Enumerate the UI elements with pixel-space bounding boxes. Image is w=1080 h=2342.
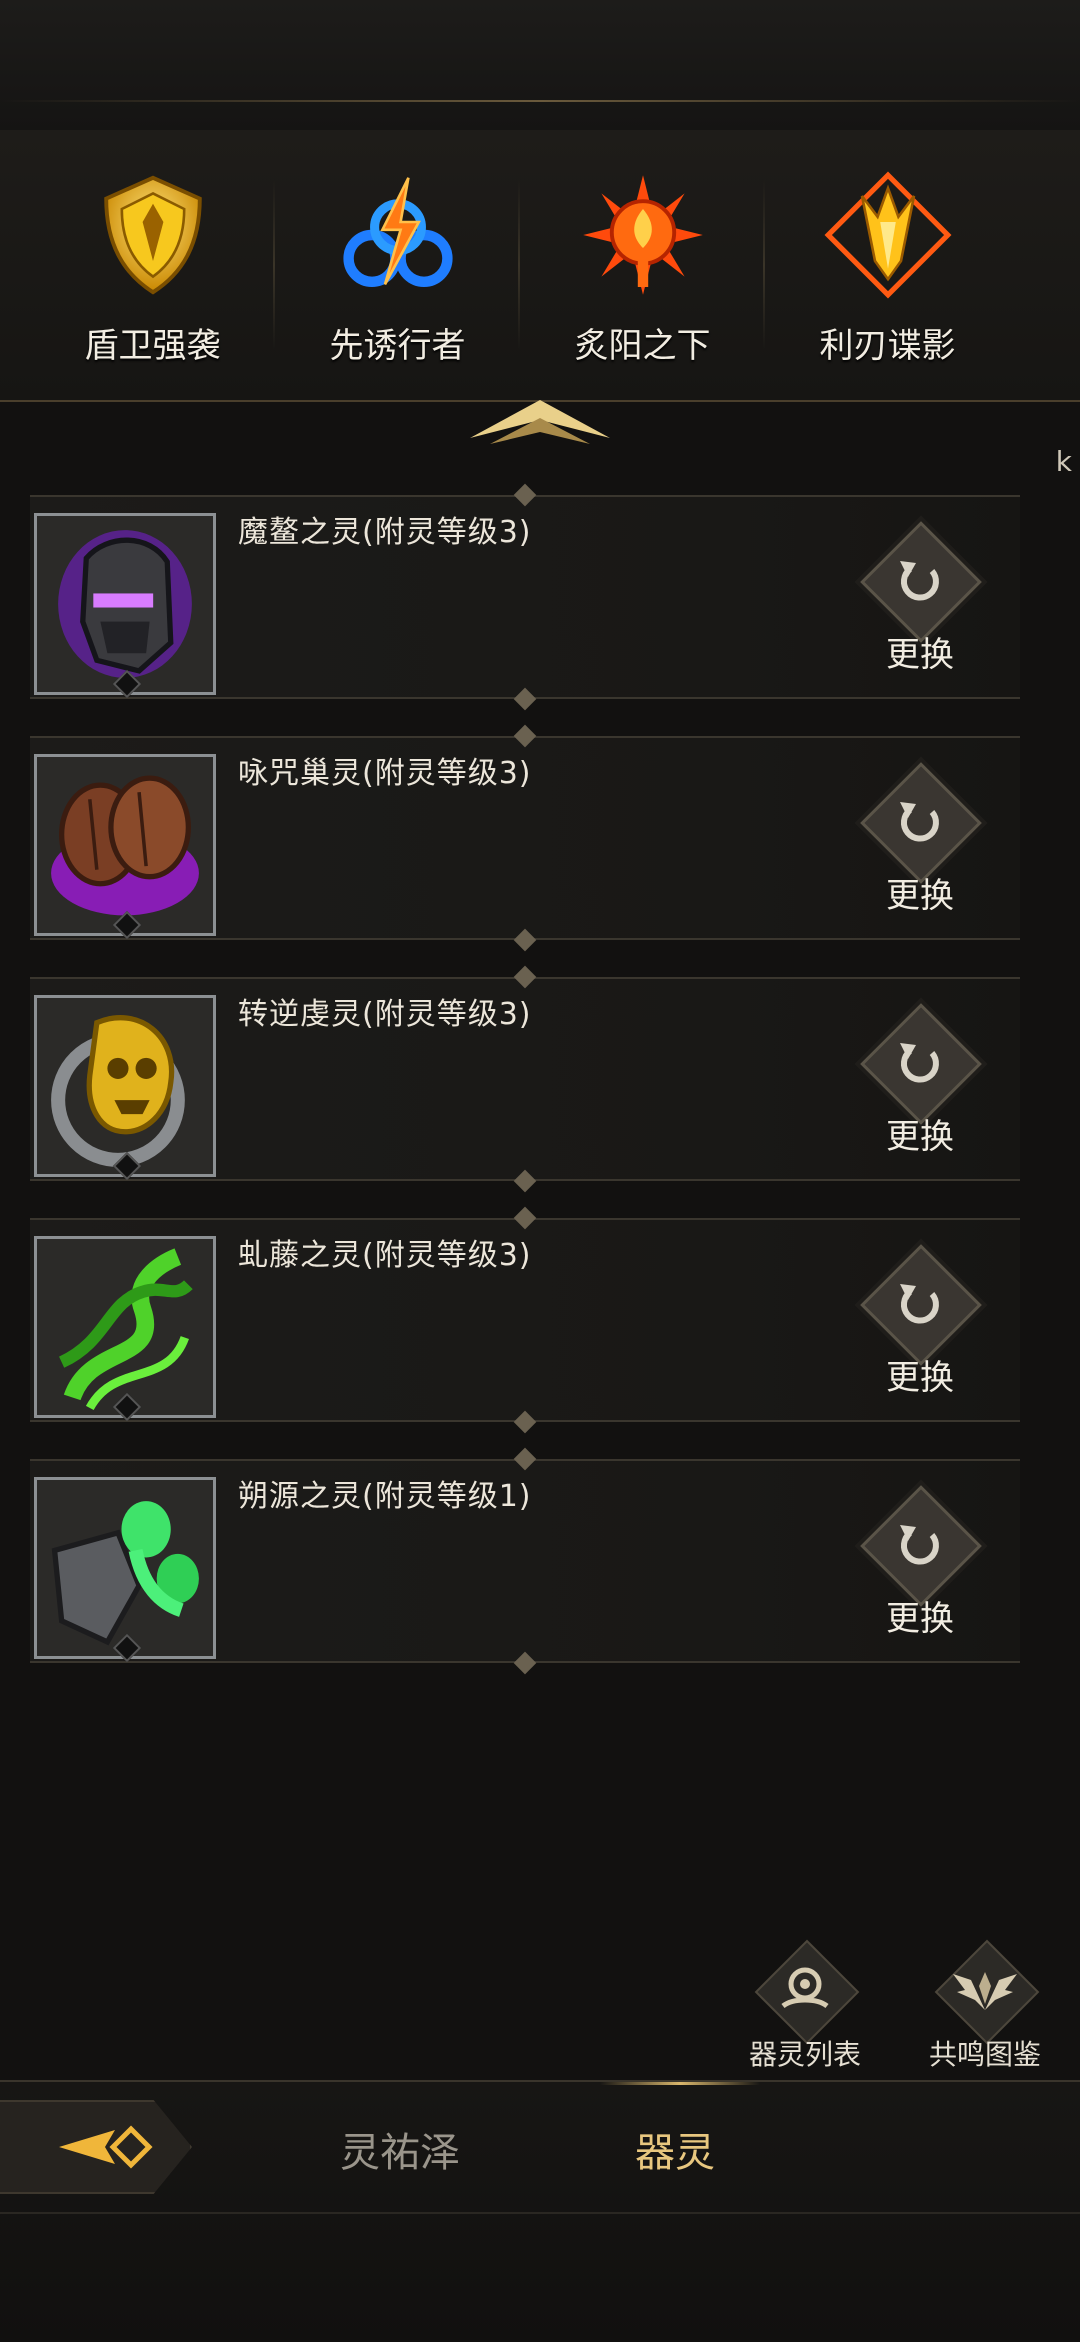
swap-button[interactable]: 更换 xyxy=(860,521,982,677)
swap-label: 更换 xyxy=(886,876,954,916)
spirit-name: 咏咒巢灵(附灵等级3) xyxy=(238,756,532,791)
spirit-name: 朔源之灵(附灵等级1) xyxy=(238,1479,532,1514)
blade-emblem-icon xyxy=(824,171,951,299)
lightning-swirl-emblem-icon xyxy=(342,177,453,287)
wings-codex-icon xyxy=(953,1972,1017,2010)
spirit-row[interactable]: 朔源之灵(附灵等级1) 更换 xyxy=(30,1447,1020,1675)
class-tab-blade[interactable]: 利刃谍影 xyxy=(765,130,1010,390)
resonance-codex-button[interactable]: 共鸣图鉴 xyxy=(910,1939,1060,2075)
golden-skull-icon xyxy=(37,998,213,1174)
class-tab-bar: 盾卫强袭 先诱行者 炙阳之下 利刃谍影 k xyxy=(0,130,1080,478)
swap-arrow-icon xyxy=(900,1284,939,1324)
spirit-list: 魔鳌之灵(附灵等级3) 更换 咏咒巢灵(附灵等级3) 更换 转逆虔灵(附灵等级3… xyxy=(30,483,1020,1700)
spirit-slot[interactable] xyxy=(34,1477,216,1663)
arrow-left-icon xyxy=(59,2125,153,2169)
spirit-name: 魔鳌之灵(附灵等级3) xyxy=(238,515,532,550)
spirit-slot[interactable] xyxy=(34,754,216,940)
bottom-nav: 灵祐泽 器灵 xyxy=(0,2080,1080,2342)
swap-arrow-icon xyxy=(900,802,939,842)
spirit-row[interactable]: 虬藤之灵(附灵等级3) 更换 xyxy=(30,1206,1020,1434)
swap-label: 更换 xyxy=(886,1599,954,1639)
shield-emblem-icon xyxy=(103,175,202,295)
top-frame xyxy=(0,0,1080,133)
swap-button[interactable]: 更换 xyxy=(860,1244,982,1400)
spirit-slot[interactable] xyxy=(34,995,216,1181)
spirit-slot[interactable] xyxy=(34,513,216,699)
class-tab-lightning[interactable]: 先诱行者 xyxy=(275,130,520,390)
class-tab-label: 盾卫强袭 xyxy=(84,326,221,366)
row-notch xyxy=(513,965,537,989)
row-notch xyxy=(513,483,537,507)
divider xyxy=(0,2212,1080,2214)
swap-button[interactable]: 更换 xyxy=(860,1485,982,1641)
spirit-row[interactable]: 咏咒巢灵(附灵等级3) 更换 xyxy=(30,724,1020,952)
row-notch xyxy=(513,1206,537,1230)
class-tab-shield[interactable]: 盾卫强袭 xyxy=(30,130,275,390)
spirit-name: 转逆虔灵(附灵等级3) xyxy=(238,997,532,1032)
spirit-list-icon xyxy=(781,1967,829,2009)
active-tab-indicator xyxy=(600,2082,760,2085)
spirit-name: 虬藤之灵(附灵等级3) xyxy=(238,1238,532,1273)
row-notch xyxy=(513,687,537,711)
bottom-actions: 器灵列表 共鸣图鉴 xyxy=(730,1939,1070,2075)
back-button[interactable] xyxy=(0,2100,192,2194)
tab-lingyouze[interactable]: 灵祐泽 xyxy=(340,2120,460,2178)
row-notch xyxy=(513,1447,537,1471)
swap-label: 更换 xyxy=(886,1117,954,1157)
purple-helmet-icon xyxy=(37,516,213,692)
tab-qiling[interactable]: 器灵 xyxy=(635,2120,715,2178)
row-notch xyxy=(513,1169,537,1193)
green-ghost-armor-icon xyxy=(37,1480,213,1656)
spirit-row[interactable]: 魔鳌之灵(附灵等级3) 更换 xyxy=(30,483,1020,711)
class-tab-label: 利刃谍影 xyxy=(819,326,956,366)
spirit-row[interactable]: 转逆虔灵(附灵等级3) 更换 xyxy=(30,965,1020,1193)
class-tab-sun[interactable]: 炙阳之下 xyxy=(520,130,765,390)
swap-arrow-icon xyxy=(900,1525,939,1565)
row-notch xyxy=(513,928,537,952)
spirit-list-label: 器灵列表 xyxy=(748,2038,861,2071)
spirit-slot[interactable] xyxy=(34,1236,216,1422)
swap-label: 更换 xyxy=(886,635,954,675)
row-notch xyxy=(513,1410,537,1434)
swap-arrow-icon xyxy=(900,561,939,601)
class-tab-label: 炙阳之下 xyxy=(574,326,711,366)
overflow-indicator: k xyxy=(1055,445,1072,478)
green-vine-icon xyxy=(37,1239,213,1415)
sun-flame-emblem-icon xyxy=(582,175,703,295)
swap-label: 更换 xyxy=(886,1358,954,1398)
collapse-chevron-icon[interactable] xyxy=(460,388,620,448)
resonance-codex-label: 共鸣图鉴 xyxy=(928,2038,1041,2071)
swap-button[interactable]: 更换 xyxy=(860,762,982,918)
class-tab-label: 先诱行者 xyxy=(329,326,466,366)
swap-arrow-icon xyxy=(900,1043,939,1083)
row-notch xyxy=(513,1651,537,1675)
purple-pod-icon xyxy=(37,757,213,933)
spirit-list-button[interactable]: 器灵列表 xyxy=(730,1939,880,2075)
row-notch xyxy=(513,724,537,748)
swap-button[interactable]: 更换 xyxy=(860,1003,982,1159)
